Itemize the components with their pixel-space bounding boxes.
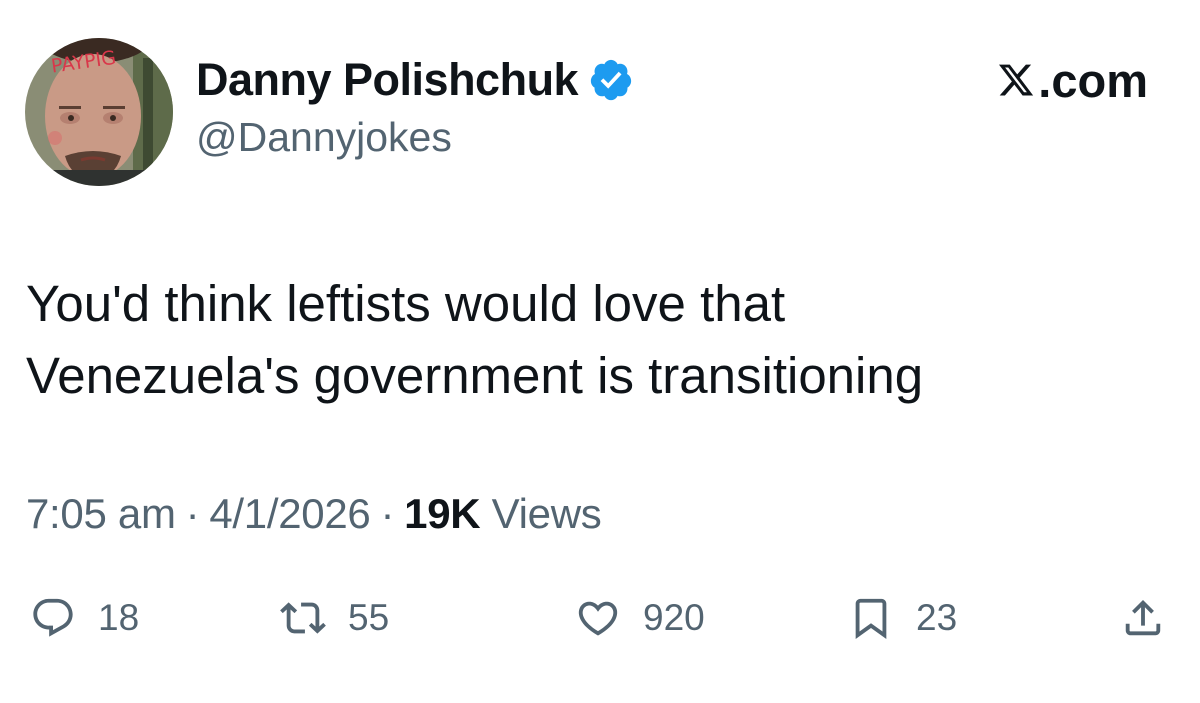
reply-button[interactable]: 18 xyxy=(30,592,139,644)
bookmark-button[interactable]: 23 xyxy=(848,592,957,644)
brand-domain: .com xyxy=(1038,53,1148,107)
display-name[interactable]: Danny Polishchuk xyxy=(196,54,579,106)
bookmark-icon xyxy=(855,598,887,639)
views-count: 19K xyxy=(404,490,481,537)
bookmark-count: 23 xyxy=(916,597,958,638)
tweet-date[interactable]: 4/1/2026 xyxy=(209,490,370,537)
meta-separator: · xyxy=(380,490,395,537)
user-handle[interactable]: @Dannyjokes xyxy=(196,114,452,161)
like-count: 920 xyxy=(643,597,705,638)
avatar-photo: PAYPIG xyxy=(25,38,173,186)
retweet-icon xyxy=(280,602,326,634)
tweet-text: You'd think leftists would love that Ven… xyxy=(26,268,1166,412)
brand-logo: .com xyxy=(996,52,1148,108)
avatar[interactable]: PAYPIG xyxy=(25,38,173,186)
like-button[interactable]: 920 xyxy=(575,592,705,644)
verified-badge-icon xyxy=(588,57,634,103)
meta-separator: · xyxy=(185,490,200,537)
tweet-line: Venezuela's government is transitioning xyxy=(26,347,924,404)
share-button[interactable] xyxy=(1120,592,1166,644)
reply-icon xyxy=(33,598,73,637)
views-label: Views xyxy=(491,490,602,537)
tweet-time[interactable]: 7:05 am xyxy=(26,490,176,537)
x-logo-icon xyxy=(999,64,1034,96)
tweet-line: You'd think leftists would love that xyxy=(26,275,786,332)
reply-count: 18 xyxy=(98,597,140,638)
heart-icon xyxy=(578,601,618,636)
retweet-count: 55 xyxy=(348,597,390,638)
share-icon xyxy=(1125,599,1161,636)
name-row: Danny Polishchuk xyxy=(196,50,634,110)
retweet-button[interactable]: 55 xyxy=(280,592,389,644)
tweet-meta: 7:05 am · 4/1/2026 · 19K Views xyxy=(26,490,602,538)
